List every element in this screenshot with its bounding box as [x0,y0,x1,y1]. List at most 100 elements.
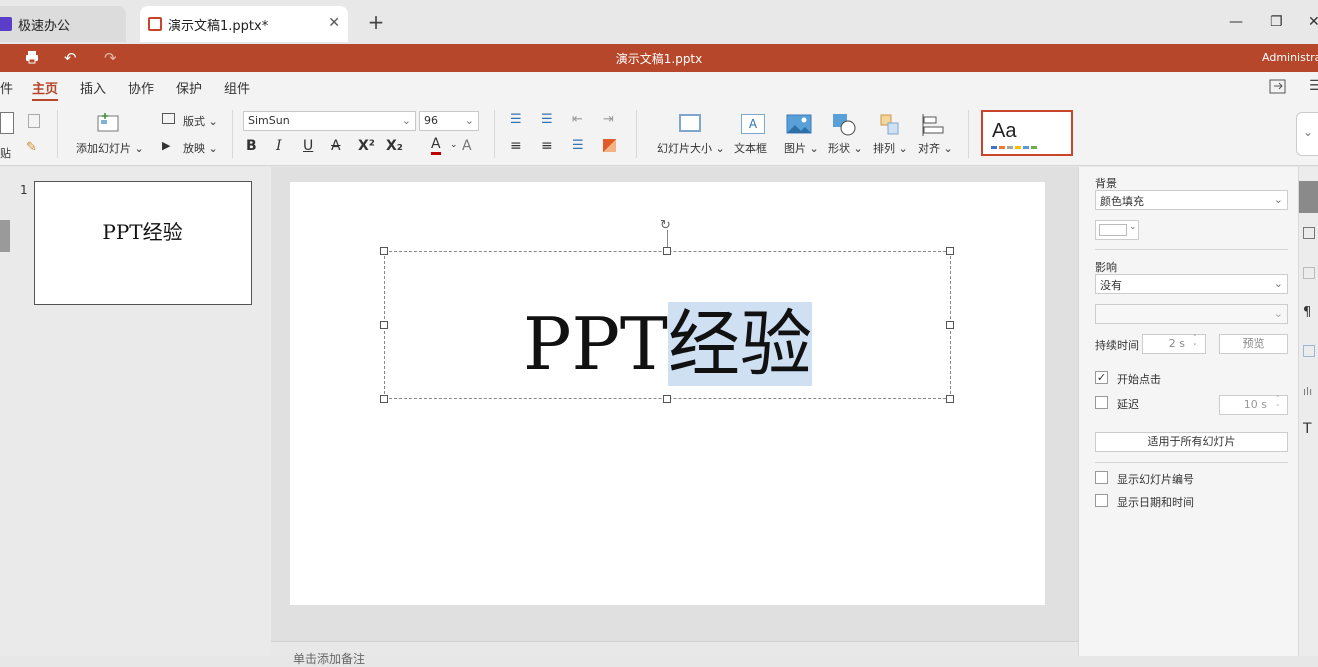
text-art-settings-icon[interactable]: T [1303,421,1312,437]
delay-checkbox[interactable] [1095,396,1108,409]
vertical-align-icon[interactable]: ≡ [541,138,553,154]
preview-button[interactable]: 预览 [1219,334,1288,354]
decrease-indent-icon[interactable]: ⇤ [572,112,583,127]
layout-button[interactable]: 版式 ⌄ [183,113,218,129]
background-heading: 背景 [1095,177,1117,190]
duration-stepper-icon[interactable]: ˄ ˅ [1193,334,1197,352]
transition-effect-select[interactable]: 没有 ⌄ [1095,274,1288,294]
title-text-plain: PPT [523,302,668,386]
align-center-icon[interactable]: ≡ [510,138,522,154]
new-tab-button[interactable]: + [366,12,386,32]
menu-insert[interactable]: 插入 [80,78,106,97]
arrange-button[interactable]: 排列 ⌄ [873,140,908,156]
tab-home[interactable]: 极速办公 [0,6,126,42]
subscript-button[interactable]: X₂ [386,138,403,154]
slide-size-icon [679,114,701,132]
rotate-handle-icon[interactable]: ↻ [660,219,671,233]
minimize-icon[interactable]: — [1229,14,1243,30]
picture-button[interactable]: 图片 ⌄ [784,140,819,156]
ribbon-toolbar: 贴 ✎ 添加幻灯片 ⌄ 版式 ⌄ ▶ 放映 ⌄ SimSun ⌄ 96 ⌄ B I … [0,102,1318,166]
effect-heading: 影响 [1095,261,1117,274]
menu-file[interactable]: 件 [0,78,13,97]
slide-thumbnail-1[interactable]: PPT经验 [34,181,252,305]
line-spacing-icon[interactable]: ☰ [572,138,584,153]
menu-more-icon[interactable]: ☰ [1309,78,1318,94]
resize-handle[interactable] [380,395,388,403]
font-color-button[interactable]: A [431,136,441,155]
underline-button[interactable]: U [303,138,313,154]
close-window-icon[interactable]: ✕ [1308,14,1318,30]
resize-handle[interactable] [946,247,954,255]
document-title: 演示文稿1.pptx [615,52,703,66]
font-color-dropdown-icon[interactable]: ⌄ [450,140,458,150]
tab-label: 极速办公 [18,18,71,34]
align-objects-button[interactable]: 对齐 ⌄ [918,140,953,156]
clear-format-button[interactable]: A [462,138,472,154]
copy-icon[interactable] [28,114,40,128]
menu-home[interactable]: 主页 [32,78,59,101]
increase-indent-icon[interactable]: ⇥ [603,112,614,127]
menu-protect[interactable]: 保护 [176,78,202,97]
chart-settings-icon[interactable]: ılı [1303,385,1312,398]
shape-button[interactable]: 形状 ⌄ [828,140,863,156]
restore-icon[interactable]: ❐ [1270,14,1283,30]
superscript-button[interactable]: X² [358,138,375,154]
close-tab-icon[interactable]: ✕ [328,15,340,31]
start-on-click-label: 开始点击 [1117,373,1161,386]
add-slide-icon[interactable] [96,113,120,133]
paragraph-settings-icon[interactable]: ¶ [1303,305,1311,320]
apply-to-all-slides-button[interactable]: 适用于所有幻灯片 [1095,432,1288,452]
theme-preview-text: Aa [992,120,1017,142]
background-fill-select[interactable]: 颜色填充 ⌄ [1095,190,1288,210]
align-objects-icon [921,114,945,136]
slide-settings-panel: 背景 颜色填充 ⌄ ⌄ 影响 没有 ⌄ ⌄ 持续时间 2 s ˄ ˅ 预览 ✓ 开始点… [1078,167,1298,656]
menu-components[interactable]: 组件 [224,78,250,97]
start-on-click-checkbox[interactable]: ✓ [1095,371,1108,384]
menu-collaborate[interactable]: 协作 [128,78,154,97]
arrange-icon [880,114,900,136]
text-box-button[interactable]: 文本框 [734,140,767,156]
show-slide-number-label: 显示幻灯片编号 [1117,473,1194,486]
right-sidebar-strip: ¶ ılı T [1298,167,1318,656]
user-name[interactable]: Administrato [1262,51,1318,64]
bullet-list-icon[interactable]: ☰ [510,112,522,127]
menu-bar: 件 主页 插入 协作 保护 组件 ☰ [0,72,1318,102]
effect-option-select[interactable]: ⌄ [1095,304,1288,324]
show-date-time-checkbox[interactable] [1095,494,1108,507]
resize-handle[interactable] [663,395,671,403]
strikethrough-button[interactable]: A [331,138,341,154]
fill-color-picker[interactable]: ⌄ [1095,220,1139,240]
title-bar: ↶ ↷ 演示文稿1.pptx Administrato [0,44,1318,72]
add-slide-button[interactable]: 添加幻灯片 ⌄ [76,140,144,156]
image-settings-icon[interactable] [1303,267,1315,279]
slide-size-button[interactable]: 幻灯片大小 ⌄ [657,140,725,156]
delay-label: 延迟 [1117,398,1139,411]
layout-icon [162,113,175,124]
paste-icon[interactable] [0,112,14,134]
font-size-select[interactable]: 96 ⌄ [419,111,479,131]
thumbnail-text: PPT经验 [102,220,183,244]
panel-resize-handle[interactable] [0,220,10,252]
shape-settings-icon[interactable] [1303,227,1315,239]
theme-more-button[interactable]: ⌄ [1296,112,1318,156]
notes-area[interactable]: 单击添加备注 [271,641,1078,666]
table-settings-icon[interactable] [1303,345,1315,357]
font-name-select[interactable]: SimSun ⌄ [243,111,416,131]
bold-button[interactable]: B [246,138,257,154]
theme-thumbnail[interactable]: Aa [981,110,1073,156]
resize-handle[interactable] [663,247,671,255]
numbered-list-icon[interactable]: ☰ [541,112,553,127]
text-box-icon: A [741,114,765,134]
fill-color-icon[interactable] [603,139,616,152]
italic-button[interactable]: I [276,138,282,154]
open-location-icon[interactable] [1269,79,1286,94]
resize-handle[interactable] [380,247,388,255]
delay-stepper-icon[interactable]: ˄ ˅ [1276,395,1280,413]
slide-title-text[interactable]: PPT经验 [384,296,951,392]
play-button[interactable]: 放映 ⌄ [183,140,218,156]
tab-document[interactable]: 演示文稿1.pptx* ✕ [140,6,348,42]
resize-handle[interactable] [946,395,954,403]
show-slide-number-checkbox[interactable] [1095,471,1108,484]
format-painter-icon[interactable]: ✎ [26,140,37,155]
slide-settings-tab-icon[interactable] [1299,181,1318,213]
